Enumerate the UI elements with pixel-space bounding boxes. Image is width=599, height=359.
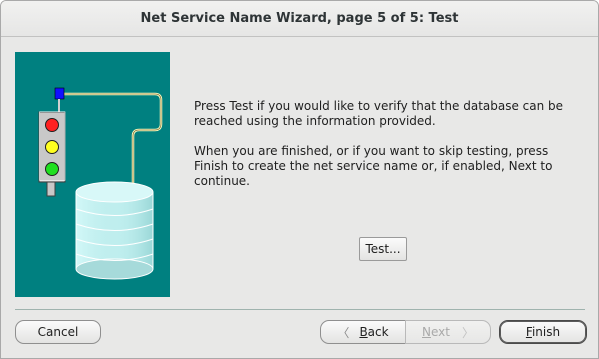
traffic-light-database-icon (38, 87, 163, 280)
next-button-label: Next (422, 325, 450, 339)
back-button[interactable]: 〈 Back (320, 320, 406, 344)
finish-button-label: Finish (525, 325, 561, 339)
instructions-text: Press Test if you would like to verify t… (194, 99, 579, 189)
chevron-right-icon: 〉 (461, 325, 474, 340)
window-title: Net Service Name Wizard, page 5 of 5: Te… (1, 1, 598, 37)
finish-button[interactable]: Finish (499, 320, 587, 344)
instructions-paragraph-2: When you are finished, or if you want to… (194, 144, 553, 188)
wizard-illustration (15, 52, 170, 297)
next-button[interactable]: Next 〉 (405, 320, 491, 344)
footer-separator (15, 309, 585, 310)
red-light (45, 118, 59, 132)
wizard-content: Press Test if you would like to verify t… (1, 37, 598, 358)
plug-icon (54, 87, 65, 100)
instructions-paragraph-1: Press Test if you would like to verify t… (194, 99, 564, 128)
back-button-label: Back (359, 325, 389, 339)
yellow-light (45, 140, 59, 154)
green-light (45, 162, 59, 176)
wizard-window: Net Service Name Wizard, page 5 of 5: Te… (0, 0, 599, 359)
test-button[interactable]: Test... (359, 237, 407, 261)
cancel-button[interactable]: Cancel (15, 320, 101, 344)
chevron-left-icon: 〈 (337, 325, 350, 340)
database-icon (75, 181, 154, 280)
